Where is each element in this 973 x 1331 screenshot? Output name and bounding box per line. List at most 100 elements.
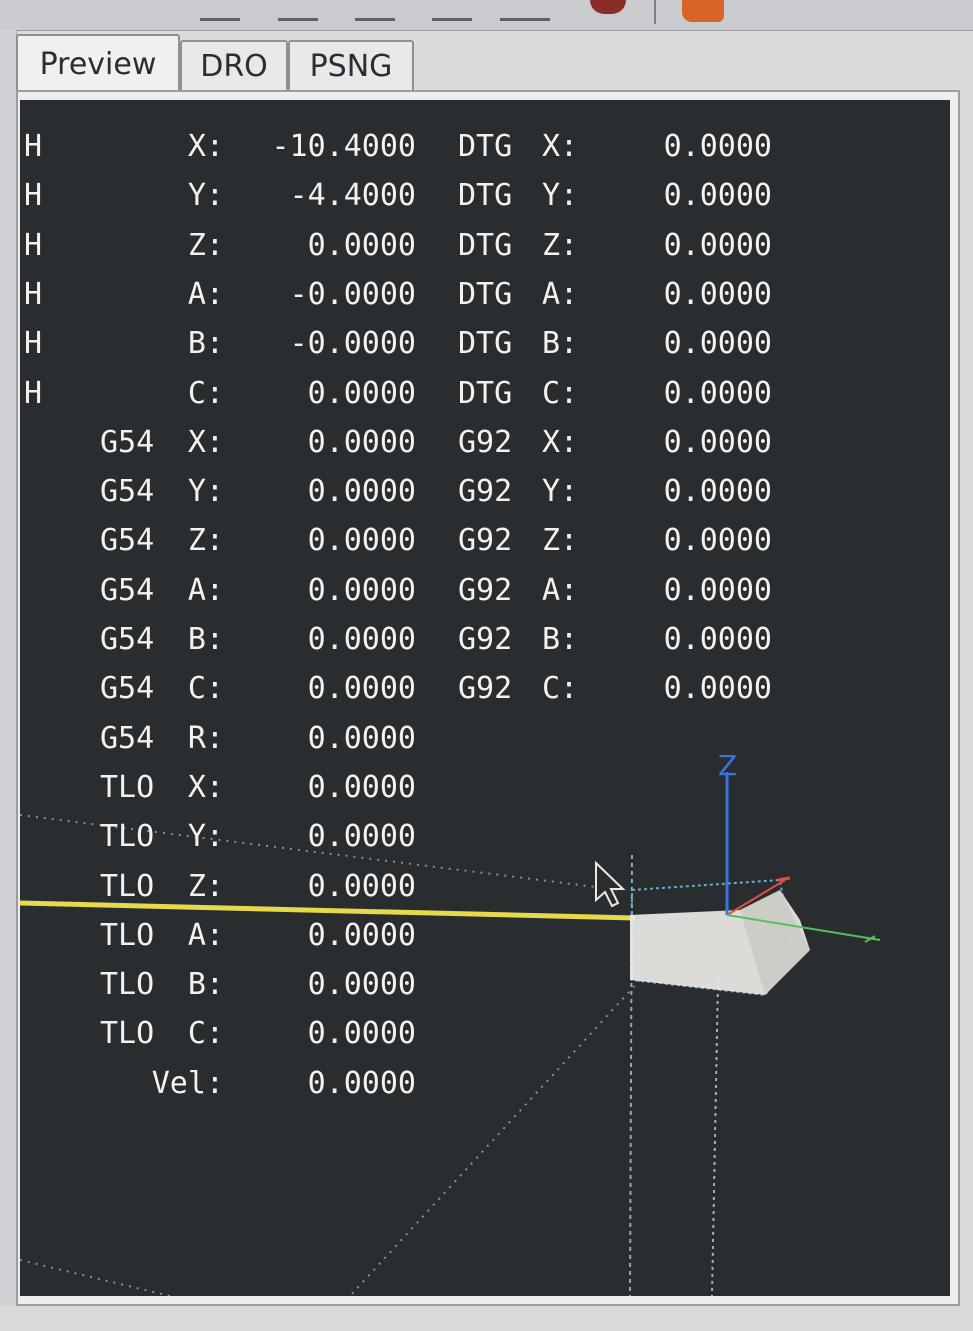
axis-value: 0.0000 — [307, 967, 416, 1003]
axis-label: Z: — [187, 523, 224, 559]
axis-value: 0.0000 — [307, 1065, 416, 1101]
axis-label: A: — [187, 276, 224, 312]
right-prefix: G92 — [458, 671, 513, 707]
toolbar-red-icon[interactable] — [590, 0, 626, 14]
axis-label: C: — [187, 375, 224, 411]
mouse-cursor-icon — [595, 860, 626, 908]
z-axis-label: Z — [718, 749, 737, 782]
right-prefix: DTG — [458, 178, 513, 214]
axis-value: -10.4000 — [271, 129, 417, 164]
right-axis-value: 0.0000 — [663, 227, 772, 263]
homed-flag: H — [24, 375, 43, 411]
right-axis-value: 0.0000 — [663, 671, 772, 707]
axis-label: R: — [187, 720, 224, 756]
right-axis-label: X: — [542, 424, 579, 460]
right-prefix: G92 — [458, 523, 513, 559]
right-prefix: G92 — [458, 622, 513, 657]
toolbar-icon-1[interactable] — [200, 0, 240, 21]
axis-value: 0.0000 — [307, 917, 416, 953]
homed-flag: H — [24, 178, 43, 214]
right-axis-label: A: — [542, 276, 579, 312]
axis-label: A: — [187, 917, 224, 953]
homed-flag: H — [24, 326, 43, 362]
axis-value: 0.0000 — [307, 1016, 416, 1052]
axis-value: 0.0000 — [307, 523, 416, 559]
axis-value: 0.0000 — [307, 671, 416, 707]
axis-label: Y: — [187, 178, 224, 214]
axis-label: Z: — [187, 868, 224, 904]
right-prefix: G92 — [458, 572, 513, 608]
axis-value: 0.0000 — [307, 720, 416, 756]
axis-label: Y: — [187, 819, 224, 855]
axis-value: -4.4000 — [289, 178, 416, 214]
toolbar-icon-2[interactable] — [278, 0, 318, 21]
axis-value: -0.0000 — [289, 276, 416, 312]
axis-label: Vel: — [151, 1065, 224, 1101]
axis-value: 0.0000 — [307, 375, 416, 411]
right-axis-label: C: — [542, 671, 579, 707]
axis-label: Z: — [187, 227, 224, 263]
tab-preview[interactable]: Preview — [16, 34, 180, 92]
extent-line-2 — [711, 979, 719, 1296]
toolbar — [0, 0, 973, 31]
axis-label: B: — [187, 967, 224, 1003]
right-axis-label: Y: — [542, 178, 579, 214]
right-prefix: DTG — [458, 129, 513, 164]
axis-label: X: — [187, 129, 224, 164]
right-axis-value: 0.0000 — [663, 572, 772, 608]
toolbar-orange-icon[interactable] — [682, 0, 724, 22]
axis-value: 0.0000 — [307, 572, 416, 608]
right-axis-value: 0.0000 — [663, 178, 772, 214]
toolbar-icon-4[interactable] — [432, 0, 472, 21]
right-axis-label: Z: — [542, 227, 579, 263]
tab-psng[interactable]: PSNG — [288, 40, 414, 90]
right-prefix: G92 — [458, 474, 513, 510]
right-axis-value: 0.0000 — [663, 622, 772, 657]
axis-label: X: — [187, 424, 224, 460]
right-axis-label: Z: — [542, 523, 579, 559]
axis-value: 0.0000 — [307, 424, 416, 460]
toolbar-icon-3[interactable] — [355, 0, 395, 21]
right-axis-label: Y: — [542, 474, 579, 510]
right-axis-value: 0.0000 — [663, 474, 772, 510]
axis-value: 0.0000 — [307, 622, 416, 657]
right-axis-value: 0.0000 — [663, 326, 772, 362]
toolbar-separator — [654, 0, 656, 24]
status-strip — [0, 1306, 973, 1331]
axis-value: 0.0000 — [307, 769, 416, 805]
preview-3d-view[interactable]: Z H H H H H H X: -10.4000 DTG X: 0.0000 Y: -4.4000 DT… — [20, 100, 950, 1296]
axis-label: C: — [187, 1016, 224, 1052]
homed-flag: H — [24, 276, 43, 312]
homed-flag: H — [24, 129, 43, 164]
right-axis-label: A: — [542, 572, 579, 608]
left-panel-edge — [0, 30, 17, 1331]
axis-label: B: — [187, 326, 224, 362]
right-prefix: G92 — [458, 424, 513, 460]
axis-value: 0.0000 — [307, 474, 416, 510]
homed-flag: H — [24, 227, 43, 263]
right-prefix: DTG — [458, 227, 513, 263]
axis-value: 0.0000 — [307, 819, 416, 855]
axis-label: B: — [187, 622, 224, 657]
toolbar-icon-5[interactable] — [500, 0, 550, 21]
right-prefix: DTG — [458, 276, 513, 312]
right-axis-value: 0.0000 — [663, 276, 772, 312]
limit-line-left — [20, 1259, 171, 1296]
right-axis-value: 0.0000 — [663, 375, 772, 411]
right-axis-value: 0.0000 — [663, 523, 772, 559]
toolpath-line — [20, 900, 636, 921]
axis-label: C: — [187, 671, 224, 707]
axis-value: -0.0000 — [289, 326, 416, 362]
right-axis-value: 0.0000 — [663, 424, 772, 460]
right-prefix: DTG — [458, 326, 513, 362]
tab-dro[interactable]: DRO — [180, 40, 288, 90]
x-axis-tick — [777, 876, 791, 882]
right-axis-label: B: — [542, 622, 579, 657]
right-prefix: DTG — [458, 375, 513, 411]
right-axis-label: B: — [542, 326, 579, 362]
axis-label: A: — [187, 572, 224, 608]
right-axis-label: X: — [542, 129, 579, 164]
right-axis-value: 0.0000 — [663, 129, 772, 164]
axis-label: Y: — [187, 474, 224, 510]
right-axis-label: C: — [542, 375, 579, 411]
